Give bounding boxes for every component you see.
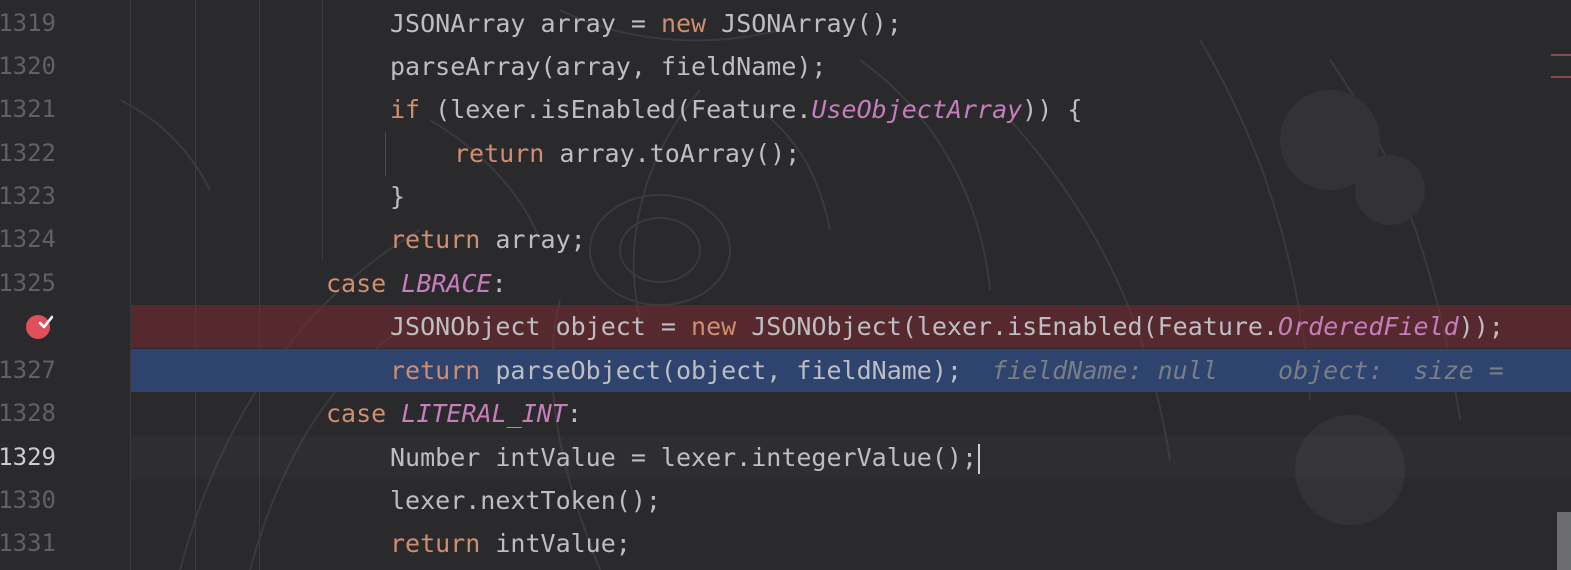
code-line-1322[interactable]: return array.toArray(); <box>130 132 1571 175</box>
line-number[interactable]: 1319 <box>0 2 56 45</box>
code-line-1319[interactable]: JSONArray array = new JSONArray(); <box>130 2 1571 45</box>
scrollbar-marker[interactable] <box>1551 54 1571 56</box>
line-number[interactable]: 1324 <box>0 218 56 261</box>
line-number[interactable]: 1325 <box>0 262 56 305</box>
vertical-scrollbar-thumb[interactable] <box>1557 512 1571 570</box>
code-line-1324[interactable]: return array; <box>130 218 1571 261</box>
code-text: parseArray(array, fieldName); <box>390 52 827 81</box>
line-number[interactable]: 1330 <box>0 479 56 522</box>
keyword-return: return <box>390 225 481 254</box>
keyword-return: return <box>454 139 545 168</box>
static-field: LBRACE <box>401 269 492 298</box>
code-line-1325[interactable]: case LBRACE: <box>130 262 1571 305</box>
code-line-1331[interactable]: return intValue; <box>130 522 1571 565</box>
line-number[interactable]: 1327 <box>0 349 56 392</box>
line-number[interactable]: 1328 <box>0 392 56 435</box>
code-text: (lexer.isEnabled(Feature. <box>420 95 812 124</box>
static-field: LITERAL_INT <box>401 399 567 428</box>
code-text: : <box>491 269 507 298</box>
keyword-new: new <box>691 312 737 341</box>
code-line-1330[interactable]: lexer.nextToken(); <box>130 479 1571 522</box>
static-field: OrderedField <box>1278 312 1459 341</box>
line-number[interactable]: 1322 <box>0 132 56 175</box>
keyword-case: case <box>326 269 387 298</box>
scrollbar-marker[interactable] <box>1551 76 1571 78</box>
code-text: JSONArray array = <box>390 9 661 38</box>
code-text: } <box>390 182 406 211</box>
static-field: UseObjectArray <box>811 95 1023 124</box>
keyword-return: return <box>390 356 481 385</box>
code-text: Number intValue = lexer.integerValue(); <box>390 443 977 472</box>
code-line-1328[interactable]: case LITERAL_INT: <box>130 392 1571 435</box>
code-text: parseObject(object, fieldName); <box>480 356 962 385</box>
code-line-1326-breakpoint[interactable]: JSONObject object = new JSONObject(lexer… <box>130 305 1571 348</box>
code-text: )) { <box>1022 95 1083 124</box>
keyword-if: if <box>390 95 421 124</box>
code-line-1323[interactable]: } <box>130 175 1571 218</box>
line-number-gutter[interactable]: 1319 1320 1321 1322 1323 1324 1325 1327 … <box>0 0 131 570</box>
keyword-return: return <box>390 529 481 558</box>
code-line-1320[interactable]: parseArray(array, fieldName); <box>130 45 1571 88</box>
code-text: : <box>566 399 582 428</box>
line-number[interactable]: 1323 <box>0 175 56 218</box>
keyword-new: new <box>660 9 707 38</box>
code-editor[interactable]: JSONArray array = new JSONArray(); parse… <box>0 0 1571 570</box>
code-text: JSONObject object = <box>390 312 692 341</box>
code-line-1321[interactable]: if (lexer.isEnabled(Feature.UseObjectArr… <box>130 88 1571 131</box>
code-text: intValue; <box>480 529 631 558</box>
inline-debug-values: fieldName: null object: size = <box>961 356 1504 385</box>
breakpoint-verified-icon[interactable] <box>25 312 53 340</box>
code-text: array; <box>480 225 586 254</box>
code-line-1327-execution-point[interactable]: return parseObject(object, fieldName); f… <box>130 349 1571 392</box>
line-number[interactable]: 1331 <box>0 522 56 565</box>
code-text: array.toArray(); <box>544 139 801 168</box>
keyword-case: case <box>326 399 387 428</box>
code-line-1329-current[interactable]: Number intValue = lexer.integerValue(); <box>130 436 1571 479</box>
code-text: JSONObject(lexer.isEnabled(Feature. <box>736 312 1279 341</box>
line-number[interactable]: 1320 <box>0 45 56 88</box>
code-text: JSONArray(); <box>706 9 902 38</box>
code-text: lexer.nextToken(); <box>390 486 661 515</box>
text-caret <box>978 444 980 474</box>
code-text: )); <box>1458 312 1504 341</box>
line-number-current[interactable]: 1329 <box>0 436 56 479</box>
line-number[interactable]: 1321 <box>0 88 56 131</box>
